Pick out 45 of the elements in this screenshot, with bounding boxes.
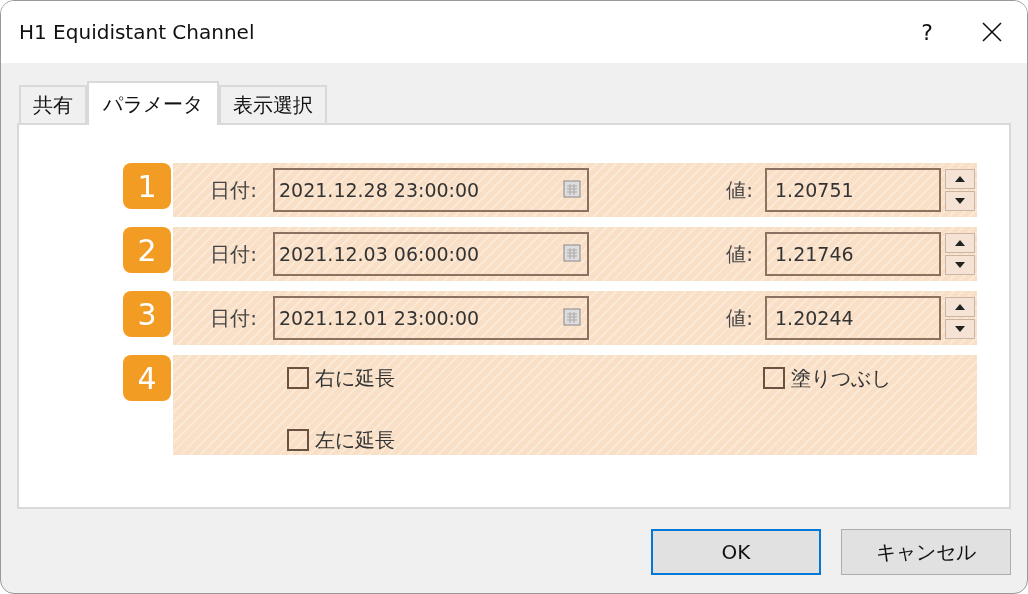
spin-down-button[interactable] <box>945 319 975 339</box>
window-title: H1 Equidistant Channel <box>19 19 256 46</box>
close-icon <box>982 22 1002 42</box>
date-field[interactable]: 2021.12.28 23:00:00 <box>273 168 589 212</box>
tab[interactable]: 表示選択 <box>219 85 327 123</box>
date-label: 日付: <box>209 241 258 268</box>
calendar-icon <box>563 180 583 200</box>
tab[interactable]: 共有 <box>19 85 87 123</box>
value-label: 値: <box>725 177 754 204</box>
spin-up-button[interactable] <box>945 169 975 189</box>
date-label: 日付: <box>209 177 258 204</box>
date-label: 日付: <box>209 305 258 332</box>
number-badge: 1 <box>123 163 171 209</box>
checkbox-label: 右に延長 <box>315 365 395 392</box>
value-field[interactable]: 1.20244 <box>765 296 941 340</box>
up-arrow-icon <box>955 240 965 246</box>
up-arrow-icon <box>955 304 965 310</box>
spin-down-button[interactable] <box>945 191 975 211</box>
value-label: 値: <box>725 241 754 268</box>
date-field[interactable]: 2021.12.01 23:00:00 <box>273 296 589 340</box>
number-badge: 3 <box>123 291 171 337</box>
dialog-button[interactable]: OK <box>651 529 821 575</box>
up-arrow-icon <box>955 176 965 182</box>
spin-up-button[interactable] <box>945 297 975 317</box>
value-field[interactable]: 1.20751 <box>765 168 941 212</box>
down-arrow-icon <box>955 262 965 268</box>
down-arrow-icon <box>955 198 965 204</box>
spin-down-button[interactable] <box>945 255 975 275</box>
value-field[interactable]: 1.21746 <box>765 232 941 276</box>
calendar-icon <box>563 308 583 328</box>
checkbox[interactable] <box>763 367 785 389</box>
checkbox[interactable] <box>287 429 309 451</box>
help-button[interactable]: ? <box>897 15 957 49</box>
number-badge: 4 <box>123 355 171 401</box>
checkbox[interactable] <box>287 367 309 389</box>
calendar-icon <box>563 244 583 264</box>
checkbox-label: 塗りつぶし <box>791 365 891 392</box>
checkbox-label: 左に延長 <box>315 427 395 454</box>
spin-up-button[interactable] <box>945 233 975 253</box>
value-label: 値: <box>725 305 754 332</box>
dialog-button[interactable]: キャンセル <box>841 529 1011 575</box>
number-badge: 2 <box>123 227 171 273</box>
tab[interactable]: パラメータ <box>87 81 219 125</box>
down-arrow-icon <box>955 326 965 332</box>
date-field[interactable]: 2021.12.03 06:00:00 <box>273 232 589 276</box>
